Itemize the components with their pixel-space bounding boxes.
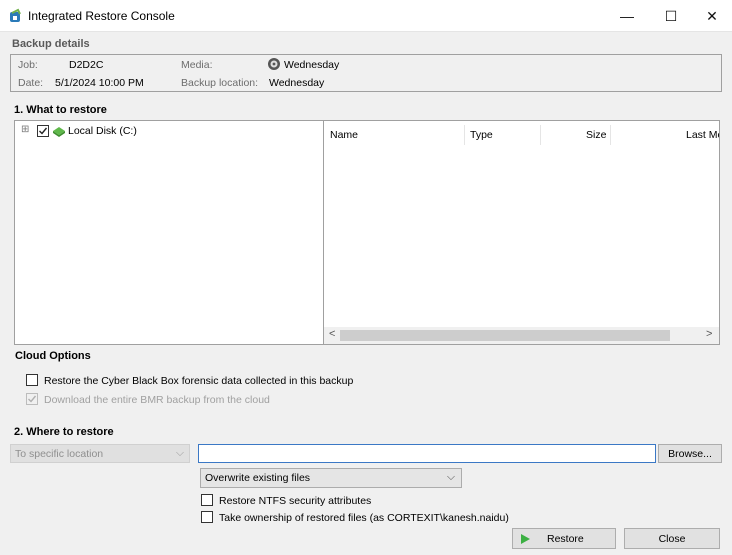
- column-header-name[interactable]: Name: [330, 129, 358, 141]
- check-icon: [28, 395, 37, 403]
- horizontal-scrollbar[interactable]: < >: [324, 327, 719, 344]
- restore-ntfs-checkbox[interactable]: [201, 494, 213, 506]
- download-bmr-label: Download the entire BMR backup from the …: [44, 394, 270, 406]
- column-header-type[interactable]: Type: [470, 129, 493, 141]
- media-icon: [267, 57, 281, 71]
- restore-ntfs-label[interactable]: Restore NTFS security attributes: [219, 495, 371, 507]
- column-divider: [610, 125, 611, 145]
- restore-button-label: Restore: [547, 532, 584, 545]
- download-bmr-checkbox[interactable]: [26, 393, 38, 405]
- backup-location-value: Wednesday: [269, 77, 325, 89]
- backup-location-label: Backup location:: [181, 77, 259, 89]
- cyber-black-box-checkbox[interactable]: [26, 374, 38, 386]
- chevron-down-icon: ⌵: [447, 471, 455, 483]
- take-ownership-checkbox[interactable]: [201, 511, 213, 523]
- column-header-last-modified[interactable]: Last Mo: [686, 129, 719, 141]
- scroll-left-icon[interactable]: <: [329, 328, 335, 340]
- overwrite-mode-value: Overwrite existing files: [205, 472, 311, 484]
- chevron-down-icon: ⌵: [176, 447, 184, 459]
- file-list[interactable]: Name Type Size Last Mo < >: [324, 120, 720, 345]
- take-ownership-label[interactable]: Take ownership of restored files (as COR…: [219, 512, 509, 524]
- local-disk-checkbox[interactable]: [37, 125, 49, 137]
- close-window-button[interactable]: ✕: [692, 0, 732, 32]
- window-title: Integrated Restore Console: [28, 9, 175, 23]
- check-icon: [39, 127, 48, 135]
- restore-button[interactable]: Restore: [512, 528, 616, 549]
- scroll-right-icon[interactable]: >: [706, 328, 712, 340]
- date-value: 5/1/2024 10:00 PM: [55, 77, 144, 89]
- scrollbar-thumb[interactable]: [340, 330, 670, 341]
- app-icon: [8, 8, 24, 24]
- job-label: Job:: [18, 59, 38, 71]
- tree-item-local-disk[interactable]: Local Disk (C:): [68, 125, 137, 137]
- restore-path-input[interactable]: [199, 445, 655, 462]
- where-to-restore-title: 2. Where to restore: [14, 426, 114, 438]
- browse-button[interactable]: Browse...: [658, 444, 722, 463]
- play-icon: [521, 533, 530, 544]
- backup-details-panel: Job: D2D2C Date: 5/1/2024 10:00 PM Media…: [10, 54, 722, 92]
- backup-details-title: Backup details: [12, 38, 90, 50]
- column-header-size[interactable]: Size: [586, 129, 606, 141]
- drive-icon: [52, 125, 66, 137]
- job-value: D2D2C: [69, 59, 104, 71]
- cloud-options-title: Cloud Options: [15, 350, 91, 362]
- tree-expander-icon[interactable]: ⊞: [21, 124, 29, 135]
- restore-tree[interactable]: ⊞ Local Disk (C:): [14, 120, 324, 345]
- maximize-button[interactable]: ☐: [648, 0, 694, 32]
- restore-path-field[interactable]: [198, 444, 656, 463]
- media-value: Wednesday: [284, 59, 340, 71]
- overwrite-mode-select[interactable]: Overwrite existing files ⌵: [200, 468, 462, 488]
- minimize-button[interactable]: —: [604, 0, 650, 32]
- close-button[interactable]: Close: [624, 528, 720, 549]
- what-to-restore-title: 1. What to restore: [14, 104, 107, 116]
- column-divider: [464, 125, 465, 145]
- date-label: Date:: [18, 77, 44, 89]
- column-divider: [540, 125, 541, 145]
- media-label: Media:: [181, 59, 213, 71]
- title-bar: Integrated Restore Console — ☐ ✕: [0, 0, 732, 32]
- restore-location-mode-select: To specific location ⌵: [10, 444, 190, 463]
- cyber-black-box-label[interactable]: Restore the Cyber Black Box forensic dat…: [44, 375, 353, 387]
- restore-location-mode-value: To specific location: [15, 448, 104, 460]
